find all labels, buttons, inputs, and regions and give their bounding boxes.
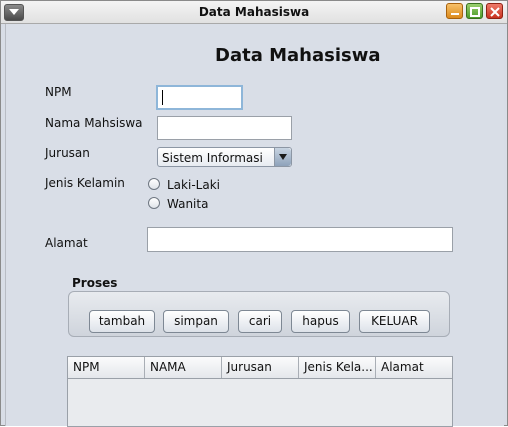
maximize-button[interactable] bbox=[466, 3, 483, 19]
dropdown-arrow-button[interactable] bbox=[274, 148, 291, 166]
close-button[interactable] bbox=[486, 3, 503, 19]
table-header: NPM NAMA Jurusan Jenis Kela... Alamat bbox=[68, 357, 452, 379]
minimize-icon bbox=[451, 13, 459, 15]
proses-title: Proses bbox=[72, 276, 118, 290]
alamat-label: Alamat bbox=[45, 236, 88, 250]
minimize-button[interactable] bbox=[446, 3, 463, 19]
gender-label: Jenis Kelamin bbox=[45, 176, 125, 190]
jurusan-dropdown[interactable]: Sistem Informasi bbox=[157, 147, 292, 167]
text-caret bbox=[162, 90, 163, 105]
radio-wanita[interactable] bbox=[148, 197, 160, 209]
column-header-alamat[interactable]: Alamat bbox=[376, 357, 452, 378]
column-header-npm[interactable]: NPM bbox=[68, 357, 145, 378]
npm-label: NPM bbox=[45, 85, 72, 99]
jurusan-selected: Sistem Informasi bbox=[162, 151, 263, 165]
close-icon bbox=[490, 7, 500, 17]
triangle-down-icon bbox=[279, 154, 287, 160]
title-bar[interactable]: Data Mahasiswa bbox=[1, 1, 507, 24]
keluar-button[interactable]: KELUAR bbox=[359, 310, 430, 333]
column-header-jenis-kelamin[interactable]: Jenis Kela... bbox=[299, 357, 376, 378]
column-header-nama[interactable]: NAMA bbox=[145, 357, 222, 378]
nama-input[interactable] bbox=[157, 116, 292, 140]
window-title: Data Mahasiswa bbox=[198, 5, 310, 19]
column-header-jurusan[interactable]: Jurusan bbox=[222, 357, 299, 378]
jurusan-label: Jurusan bbox=[45, 146, 90, 160]
radio-laki-laki-label[interactable]: Laki-Laki bbox=[167, 178, 220, 192]
radio-wanita-label[interactable]: Wanita bbox=[167, 197, 208, 211]
simpan-button[interactable]: simpan bbox=[163, 310, 229, 333]
tambah-button[interactable]: tambah bbox=[89, 310, 155, 333]
cari-button[interactable]: cari bbox=[238, 310, 282, 333]
maximize-icon bbox=[470, 7, 480, 17]
main-window: Data Mahasiswa Data Mahasiswa NPM Nama M… bbox=[0, 0, 508, 427]
npm-input[interactable] bbox=[156, 85, 243, 110]
nama-label: Nama Mahsiswa bbox=[45, 116, 143, 130]
radio-laki-laki[interactable] bbox=[148, 178, 160, 190]
alamat-input[interactable] bbox=[147, 227, 453, 252]
hapus-button[interactable]: hapus bbox=[291, 310, 350, 333]
data-table[interactable]: NPM NAMA Jurusan Jenis Kela... Alamat bbox=[67, 356, 453, 427]
form-heading: Data Mahasiswa bbox=[215, 45, 381, 66]
